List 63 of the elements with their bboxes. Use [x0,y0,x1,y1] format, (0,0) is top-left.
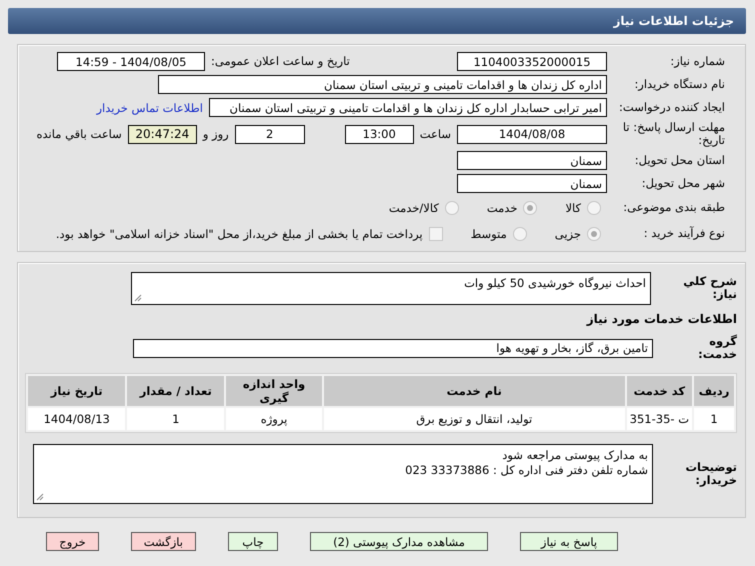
section-heading: اطلاعات خدمات مورد نیاز [586,312,737,326]
resize-grip-icon[interactable] [134,294,142,302]
announce-date-field: 1404/08/05 - 14:59 [57,52,205,71]
table-cell: 1404/08/13 [28,408,126,430]
requester-field: امیر ترابی حسابدار اداره کل زندان ها و اقدامات تامینی و تربیتی استان سمنان [209,98,607,117]
table-cell: تولید، انتقال و توزیع برق [324,408,625,430]
description-text: احداث نیروگاه خورشیدی 50 کیلو وات [463,276,646,290]
action-button[interactable]: چاپ [228,532,278,551]
remaining-time-field: 20:47:24 [128,124,197,144]
field-label: طبقه بندی موضوعی: [622,201,725,215]
column-header: کد خدمت [626,376,692,406]
action-button[interactable]: پاسخ به نیاز [520,532,618,551]
option-label: کالا/خدمت [388,201,439,215]
field-label: گروه خدمت: [697,334,737,362]
radio-button[interactable] [587,227,601,241]
buyer-contact-link[interactable]: اطلاعات تماس خریدار [96,100,203,114]
column-header: تعداد / مقدار [127,376,224,406]
notes-line: شماره تلفن دفتر فنی اداره کل : 33373886 023 [404,463,648,478]
table-cell: پروژه [226,408,322,430]
days-field: 2 [234,124,305,144]
table-cell: ت -35-351 [626,408,692,430]
action-button[interactable]: بازگشت [130,532,196,551]
field-label: شرح کلي نیاز: [682,274,737,302]
window-title: جزئیات اطلاعات نیاز [8,8,746,34]
checkbox[interactable] [428,227,443,241]
table-cell: 1 [694,408,734,430]
radio-button[interactable] [523,201,538,215]
province-field: سمنان [457,151,607,170]
notes-line: به مدارک پیوستی مراجعه شود [501,448,648,463]
resize-grip-icon[interactable] [36,493,44,501]
radio-button[interactable] [512,227,527,241]
time-label: ساعت [420,127,451,141]
remaining-label: ساعت باقي مانده [36,127,122,141]
radio-button[interactable] [444,201,459,215]
column-header: واحد اندازه گیری [226,376,322,406]
field-label: شماره نیاز: [669,54,725,68]
option-label: کالا [565,201,581,215]
option-label: خدمت [486,201,518,215]
field-label: شهر محل تحویل: [640,176,725,190]
column-header: ردیف [694,376,734,406]
option-label: متوسط [470,227,507,241]
table-cell: 1 [127,408,224,430]
column-header: نام خدمت [324,376,625,406]
field-label: نوع فرآیند خرید : [642,227,725,241]
service-group-text: تامین برق، گاز، بخار و تهویه هوا [495,340,648,356]
city-field: سمنان [457,174,607,193]
field-label: ایجاد کننده درخواست: [618,100,725,114]
radio-button[interactable] [587,201,601,215]
need-number-field: 1104003352000015 [457,52,607,71]
field-label: توضیحات خریدار: [684,460,737,488]
field-label: مهلت ارسال پاسخ: تا تاریخ: [622,120,725,148]
action-button[interactable]: مشاهده مدارک پیوستی (2) [310,532,488,551]
days-label: روز و [202,127,229,141]
deadline-time-field: 13:00 [344,124,414,144]
option-label: جزیی [554,227,581,241]
option-label: پرداخت تمام یا بخشی از مبلغ خرید،از محل "اسناد خزانه اسلامی" خواهد بود. [56,227,423,241]
column-header: تاریخ نیاز [28,376,126,406]
deadline-date-field: 1404/08/08 [457,124,607,144]
field-label: استان محل تحویل: [634,154,725,168]
buyer-org-field: اداره کل زندان ها و اقدامات تامینی و تربیتی استان سمنان [158,75,607,94]
action-button[interactable]: خروج [46,532,99,551]
field-label: تاریخ و ساعت اعلان عمومی: [211,54,351,68]
field-label: نام دستگاه خریدار: [633,78,725,92]
